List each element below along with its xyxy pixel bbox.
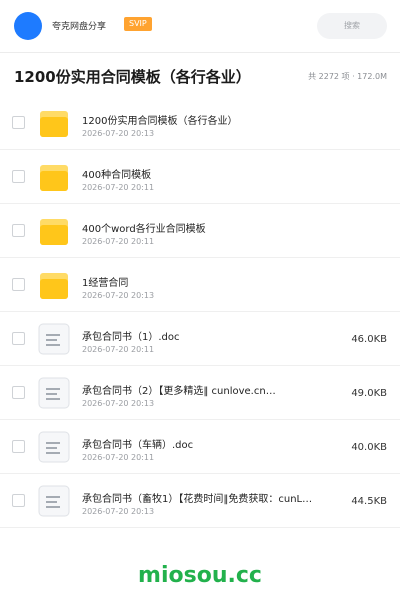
- app-name: 夸克网盘分享: [52, 22, 107, 32]
- item-checkbox[interactable]: [12, 494, 25, 507]
- svip-badge: SVIP: [124, 17, 152, 31]
- item-checkbox[interactable]: [12, 170, 25, 183]
- item-checkbox[interactable]: [12, 386, 25, 399]
- item-name: 400个word各行业合同模板: [82, 224, 206, 235]
- item-name: 承包合同书（2）【更多精选‖ cunlove.cn…: [82, 386, 276, 397]
- header-divider: [0, 52, 400, 53]
- item-date: 2026-07-20 20:13: [82, 399, 155, 408]
- document-icon: [38, 377, 70, 409]
- item-date: 2026-07-20 20:11: [82, 453, 155, 462]
- document-icon: [38, 485, 70, 517]
- item-date: 2026-07-20 20:11: [82, 183, 155, 192]
- folder-icon: [38, 269, 70, 301]
- item-size: 40.0KB: [351, 442, 387, 453]
- item-date: 2026-07-20 20:13: [82, 507, 155, 516]
- watermark: miosou.cc: [138, 563, 262, 588]
- item-size: 46.0KB: [351, 334, 387, 345]
- document-icon: [38, 323, 70, 355]
- item-name: 400种合同模板: [82, 170, 152, 181]
- item-checkbox[interactable]: [12, 224, 25, 237]
- folder-icon: [38, 107, 70, 139]
- list-item[interactable]: 1经营合同 2026-07-20 20:13: [0, 258, 400, 312]
- item-name: 1200份实用合同模板（各行各业）: [82, 116, 238, 127]
- list-item[interactable]: 1200份实用合同模板（各行各业） 2026-07-20 20:13: [0, 96, 400, 150]
- list-item[interactable]: 承包合同书（2）【更多精选‖ cunlove.cn… 2026-07-20 20:…: [0, 366, 400, 420]
- item-checkbox[interactable]: [12, 332, 25, 345]
- top-bar: 夸克网盘分享 SVIP 搜索: [0, 0, 400, 52]
- item-name: 1经营合同: [82, 278, 129, 289]
- document-icon: [38, 431, 70, 463]
- page-title: 1200份实用合同模板（各行各业）: [14, 68, 251, 86]
- item-date: 2026-07-20 20:11: [82, 237, 155, 246]
- folder-icon: [38, 215, 70, 247]
- item-checkbox[interactable]: [12, 116, 25, 129]
- folder-summary: 共 2272 项 · 172.0M: [308, 72, 387, 81]
- folder-icon: [38, 161, 70, 193]
- item-checkbox[interactable]: [12, 278, 25, 291]
- item-size: 44.5KB: [351, 496, 387, 507]
- avatar[interactable]: [14, 12, 42, 40]
- list-item[interactable]: 承包合同书（畜牧1）【花费时间‖免费获取：cunL… 2026-07-20 20:…: [0, 474, 400, 528]
- list-item[interactable]: 400种合同模板 2026-07-20 20:11: [0, 150, 400, 204]
- item-name: 承包合同书（畜牧1）【花费时间‖免费获取：cunL…: [82, 494, 313, 505]
- item-date: 2026-07-20 20:13: [82, 291, 155, 300]
- file-list: 1200份实用合同模板（各行各业） 2026-07-20 20:13 400种合同模…: [0, 96, 400, 528]
- item-size: 49.0KB: [351, 388, 387, 399]
- list-item[interactable]: 承包合同书（车辆）.doc 2026-07-20 20:11 40.0KB: [0, 420, 400, 474]
- item-name: 承包合同书（1）.doc: [82, 332, 180, 343]
- item-name: 承包合同书（车辆）.doc: [82, 440, 194, 451]
- list-item[interactable]: 400个word各行业合同模板 2026-07-20 20:11: [0, 204, 400, 258]
- list-item[interactable]: 承包合同书（1）.doc 2026-07-20 20:11 46.0KB: [0, 312, 400, 366]
- search-button[interactable]: 搜索: [317, 13, 387, 39]
- item-date: 2026-07-20 20:13: [82, 129, 155, 138]
- item-checkbox[interactable]: [12, 440, 25, 453]
- item-date: 2026-07-20 20:11: [82, 345, 155, 354]
